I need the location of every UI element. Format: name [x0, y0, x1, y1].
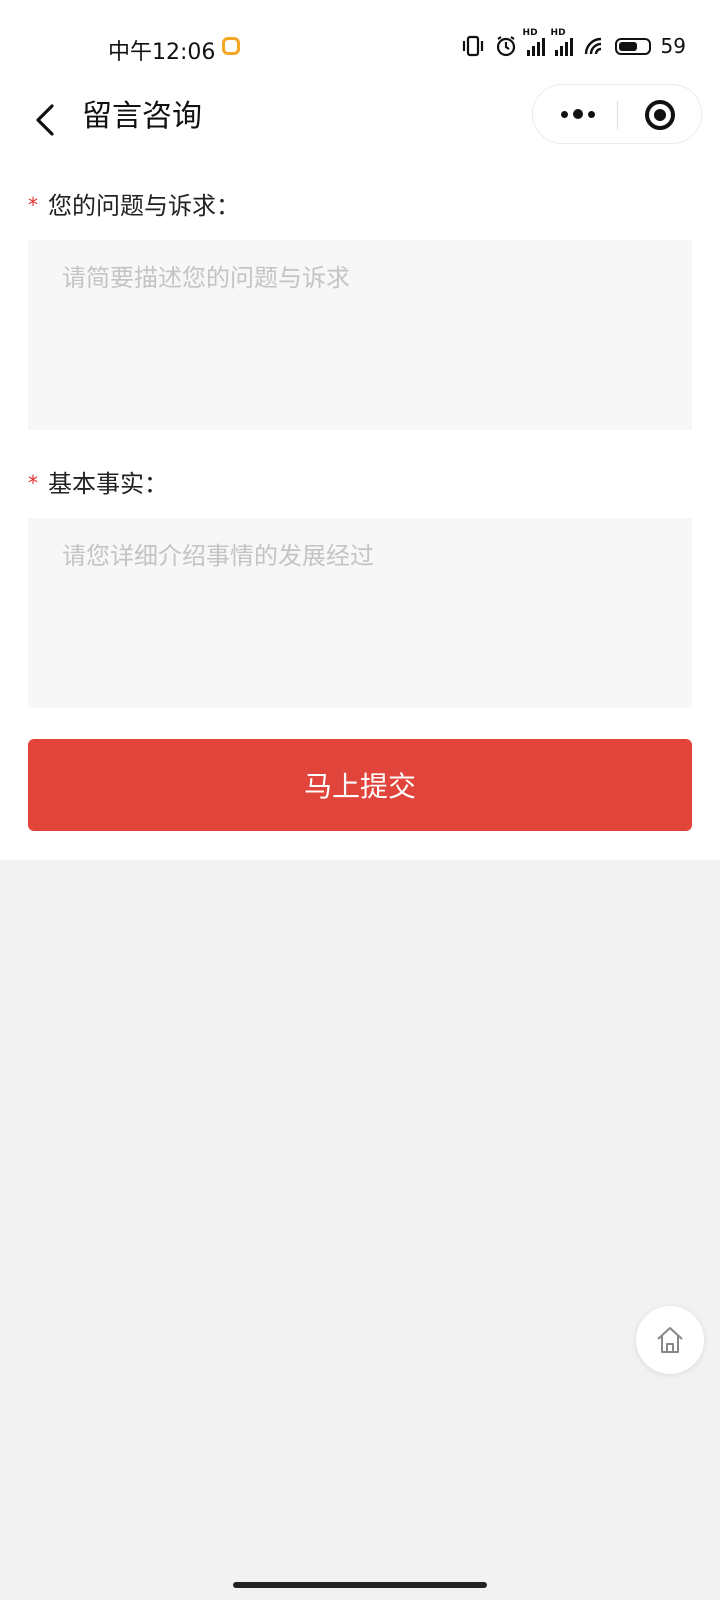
- facts-textarea[interactable]: [28, 518, 692, 708]
- submit-button[interactable]: 马上提交: [28, 739, 692, 831]
- status-bar: 中午12:06 HD HD 59: [0, 0, 720, 92]
- battery-level: 59: [660, 34, 686, 58]
- notification-icon: [222, 37, 240, 55]
- facts-label-text: 基本事实：: [48, 470, 168, 498]
- home-button[interactable]: [636, 1306, 704, 1374]
- vibrate-icon: [462, 35, 483, 57]
- status-icons: HD HD 59: [461, 28, 686, 58]
- signal-icon: HD: [523, 28, 545, 56]
- more-icon[interactable]: [553, 99, 603, 129]
- nav-bar: 留言咨询: [0, 84, 720, 158]
- question-label-text: 您的问题与诉求：: [48, 192, 240, 220]
- home-indicator: [233, 1582, 487, 1588]
- status-time: 中午12:06: [108, 40, 216, 65]
- close-mini-program-icon[interactable]: [645, 100, 675, 130]
- capsule-divider: [617, 101, 618, 129]
- signal-icon-2: HD: [551, 28, 573, 56]
- wifi-icon: [584, 37, 601, 55]
- facts-label: * 基本事实：: [28, 464, 168, 499]
- mini-program-capsule: [532, 84, 702, 144]
- question-textarea[interactable]: [28, 240, 692, 430]
- required-mark: *: [28, 193, 38, 217]
- alarm-icon: [496, 36, 515, 57]
- home-icon: [657, 1327, 683, 1353]
- question-label: * 您的问题与诉求：: [28, 186, 240, 221]
- required-mark: *: [28, 471, 38, 495]
- battery-icon: [614, 37, 651, 55]
- back-arrow-icon[interactable]: [28, 100, 68, 140]
- page-title: 留言咨询: [82, 99, 202, 134]
